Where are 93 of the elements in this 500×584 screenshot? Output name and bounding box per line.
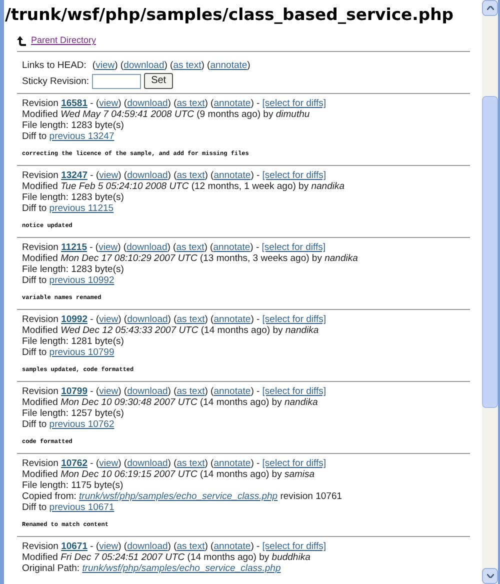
link[interactable]: [select for diffs] [262,242,326,253]
link[interactable]: as text [176,98,205,109]
link[interactable]: annotate [214,314,251,325]
link[interactable]: view [99,386,118,397]
link[interactable]: annotate [214,386,251,397]
link[interactable]: annotate [214,170,251,181]
revision-info-line: File length: 1281 byte(s) [22,336,125,347]
revision-info-line: File length: 1283 byte(s) [22,264,125,275]
revision-info-line: File length: 1257 byte(s) [22,408,125,419]
link[interactable]: download [127,98,168,109]
revision-link[interactable]: 13247 [61,170,88,181]
revision-info-line: Modified Mon Dec 10 06:19:15 2007 UTC (14 months ago) by samisa [22,469,316,480]
link[interactable]: [select for diffs] [262,458,326,469]
revision-info-line: File length: 1175 byte(s) [22,480,124,491]
revision-info-line: Modified Wed May 7 04:59:41 2008 UTC (9 months ago) by dimuthu [22,109,311,120]
revision-info-line: Original Path: trunk/wsf/php/samples/echo_service_class.php [22,563,282,574]
revision-info-line: Diff to previous 11215 [22,203,115,214]
link[interactable]: as text [173,60,202,71]
head-links-line: Links to HEAD: (view) (download) (as text) (annotate) [21,60,252,71]
link[interactable]: annotate [214,458,251,469]
parent-directory-link[interactable]: Parent Directory [31,34,96,48]
link[interactable]: view [98,242,118,253]
revision-info-line: Copied from: trunk/wsf/php/samples/echo_service_class.php revision 10761 [22,491,344,502]
revision-info-line: Diff to previous 10992 [22,275,116,286]
link[interactable]: annotate [214,98,251,109]
link[interactable]: previous 10799 [49,347,114,358]
revision-info-line: Revision 16581 - (view) (download) (as text) (annotate) - [select for diffs] [22,98,328,109]
link[interactable]: previous 10762 [49,419,114,430]
scrollbar[interactable] [482,0,498,584]
revision-info-line: File length: 1283 byte(s) [22,192,125,203]
link[interactable]: download [127,314,168,325]
link[interactable]: view [99,458,118,469]
scroll-thumb[interactable] [482,96,498,408]
link[interactable]: previous 10992 [49,275,114,286]
link[interactable]: as text [176,541,205,552]
path-link[interactable]: trunk/wsf/php/samples/echo_service_class.php [79,491,278,502]
link[interactable]: download [127,386,168,397]
link[interactable]: [select for diffs] [262,386,326,397]
revision-link[interactable]: 10762 [61,458,88,469]
link[interactable]: as text [176,458,205,469]
revision-info-line: Modified Wed Dec 12 05:43:33 2007 UTC (14 months ago) by nandika [22,325,320,336]
back-arrow-icon [17,36,27,46]
link[interactable]: annotate [210,60,248,71]
link[interactable]: download [126,242,168,253]
revision-info-line: Revision 13247 - (view) (download) (as text) (annotate) - [select for diffs] [22,170,328,181]
revision-link[interactable]: 10992 [61,314,88,325]
link[interactable]: download [127,458,168,469]
link[interactable]: [select for diffs] [262,541,326,552]
link[interactable]: annotate [213,242,250,253]
revision-info-line: Revision 10992 - (view) (download) (as text) (annotate) - [select for diffs] [22,314,328,325]
scroll-down-button[interactable] [482,568,498,584]
revision-info-line: Modified Fri Dec 7 05:24:51 2007 UTC (14 months ago) by buddhika [22,552,312,563]
link[interactable]: annotate [214,541,251,552]
revision-info-line: Revision 10799 - (view) (download) (as text) (annotate) - [select for diffs] [22,386,328,397]
link[interactable]: [select for diffs] [262,98,326,109]
scroll-up-button[interactable] [482,0,498,16]
link[interactable]: previous 11215 [49,203,114,214]
link[interactable]: view [99,98,118,109]
link[interactable]: as text [176,386,205,397]
sticky-revision-label: Sticky Revision: [22,76,90,86]
revision-info-line: Revision 10762 - (view) (download) (as text) (annotate) - [select for diffs] [22,458,328,469]
link[interactable]: download [127,170,168,181]
link[interactable]: previous 13247 [49,131,114,142]
link[interactable]: view [99,170,118,181]
link[interactable]: download [124,60,164,71]
revision-link[interactable]: 11215 [61,242,87,253]
link[interactable]: download [127,541,168,552]
revision-info-line: Diff to previous 10762 [22,419,116,430]
set-button[interactable]: Set [144,73,174,89]
revision-info-line: Modified Tue Feb 5 05:24:10 2008 UTC (12 months, 1 week ago) by nandika [22,181,346,192]
revision-info-line: File length: 1283 byte(s) [22,120,125,131]
link[interactable]: as text [176,242,204,253]
link[interactable]: as text [176,314,205,325]
link[interactable]: [select for diffs] [262,314,326,325]
link[interactable]: as text [176,170,205,181]
revision-info-line: Revision 11215 - (view) (download) (as text) (annotate) - [select for diffs] [22,242,326,253]
revision-info-line: Modified Mon Dec 10 09:30:48 2007 UTC (14 months ago) by nandika [22,397,319,408]
revision-link[interactable]: 10671 [61,541,88,552]
revision-link[interactable]: 10799 [61,386,88,397]
page-title: /trunk/wsf/php/samples/class_based_service.php [5,4,455,26]
revision-info-line: Modified Mon Dec 17 08:10:29 2007 UTC (13 months, 3 weeks ago) by nandika [22,253,359,264]
link[interactable]: [select for diffs] [262,170,326,181]
revision-info-line: Revision 10671 - (view) (download) (as text) (annotate) - [select for diffs] [22,541,328,552]
revision-info-line: Diff to previous 10671 [22,502,116,513]
revision-info-line: Diff to previous 10799 [22,347,116,358]
sticky-revision-field[interactable] [92,74,142,88]
revision-link[interactable]: 16581 [61,98,88,109]
link[interactable]: view [99,541,118,552]
link[interactable]: previous 10671 [49,502,114,513]
path-link[interactable]: trunk/wsf/php/samples/echo_service_class.php [82,563,281,574]
link[interactable]: view [96,60,115,71]
link[interactable]: view [99,314,118,325]
revision-info-line: Diff to previous 13247 [22,131,116,142]
